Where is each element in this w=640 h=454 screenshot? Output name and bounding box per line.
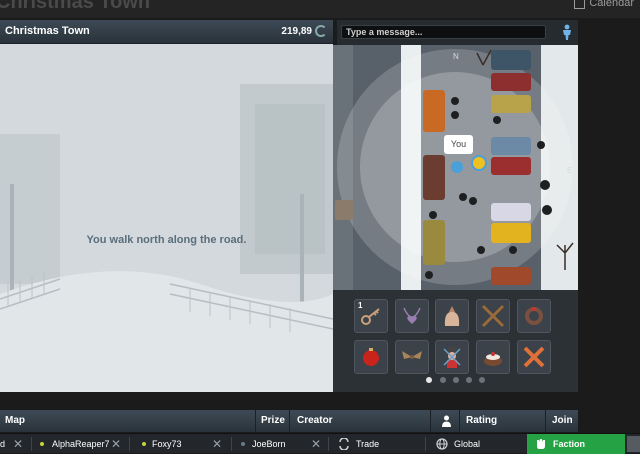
calendar-icon xyxy=(574,0,586,9)
chat-tab-d[interactable]: d xyxy=(0,434,5,454)
header-join[interactable]: Join xyxy=(552,415,573,426)
games-table-header: Map Prize Creator Rating Join xyxy=(0,410,578,432)
globe-icon xyxy=(436,438,448,450)
inventory-slot-bow[interactable] xyxy=(395,340,429,374)
close-icon[interactable]: ✕ xyxy=(311,434,321,454)
chat-tab-foxy73[interactable]: Foxy73 xyxy=(152,434,182,454)
header-divider xyxy=(255,410,256,432)
faction-label: Faction xyxy=(553,439,586,449)
snowy-scene[interactable]: You walk north along the road. xyxy=(0,44,333,392)
inventory-slot-candy-canes[interactable] xyxy=(517,340,551,374)
global-tab[interactable]: Global xyxy=(454,434,480,454)
trade-tab[interactable]: Trade xyxy=(356,434,379,454)
crossed-candy-canes-icon xyxy=(523,346,545,368)
online-status-icon xyxy=(142,442,146,446)
compass-east: E xyxy=(567,166,572,175)
header-divider xyxy=(289,410,290,432)
inventory-page-dot-3[interactable] xyxy=(453,377,459,383)
gift-sack-icon xyxy=(444,306,460,326)
faction-tab[interactable]: Faction xyxy=(527,434,625,454)
chat-tab-alphareaper7[interactable]: AlphaReaper7 xyxy=(52,434,110,454)
map-illustration: N E xyxy=(333,45,578,290)
close-icon[interactable]: ✕ xyxy=(111,434,121,454)
bow-icon xyxy=(402,351,422,359)
town-map[interactable]: N E You xyxy=(333,45,578,290)
offline-status-icon xyxy=(241,442,245,446)
online-status-icon xyxy=(40,442,44,446)
chat-message-input[interactable] xyxy=(341,25,546,39)
close-icon[interactable]: ✕ xyxy=(212,434,222,454)
tab-divider xyxy=(328,437,329,451)
crossed-rifles-icon xyxy=(481,304,505,328)
top-strip: Christmas Town Calendar xyxy=(0,0,640,18)
inventory-slot-rifles[interactable] xyxy=(476,299,510,333)
inventory-slot-key[interactable]: 1 xyxy=(354,299,388,333)
inventory-slot-wreath[interactable] xyxy=(517,299,551,333)
fist-icon xyxy=(537,439,545,449)
header-map[interactable]: Map xyxy=(5,415,25,426)
calendar-label: Calendar xyxy=(589,0,634,9)
slot-count: 1 xyxy=(358,301,363,310)
trade-icon xyxy=(339,438,349,450)
header-divider xyxy=(459,410,460,432)
game-title: Christmas Town xyxy=(5,25,90,37)
inventory-page-dot-2[interactable] xyxy=(440,377,446,383)
tab-divider xyxy=(425,437,426,451)
chat-panel xyxy=(337,20,578,45)
page-heading: Christmas Town xyxy=(0,0,151,13)
tab-divider xyxy=(231,437,232,451)
money-counter: 219,89 xyxy=(281,26,312,37)
chat-tab-joeborn[interactable]: JoeBorn xyxy=(252,434,286,454)
snowy-street-illustration xyxy=(0,44,333,392)
heart-necklace-icon xyxy=(403,307,421,324)
inventory-slot-nutcracker[interactable] xyxy=(435,340,469,374)
person-icon[interactable] xyxy=(560,24,574,40)
calendar-link[interactable]: Calendar xyxy=(574,0,634,9)
refresh-icon[interactable] xyxy=(315,25,327,37)
tab-divider xyxy=(129,437,130,451)
inventory-slot-pudding[interactable] xyxy=(476,340,510,374)
inventory-slot-necklace[interactable] xyxy=(395,299,429,333)
header-divider xyxy=(430,410,431,432)
inventory-page-dot-5[interactable] xyxy=(479,377,485,383)
player-label: You xyxy=(444,135,473,154)
inventory-slot-sack[interactable] xyxy=(435,299,469,333)
inventory-slot-ornament[interactable] xyxy=(354,340,388,374)
tab-divider xyxy=(31,437,32,451)
chat-bar-edge-button[interactable] xyxy=(627,436,640,452)
compass-north: N xyxy=(453,52,459,61)
players-icon[interactable] xyxy=(441,415,452,427)
nutcracker-icon xyxy=(443,347,461,368)
game-view: Christmas Town 219,89 You walk north alo… xyxy=(0,20,333,392)
header-creator[interactable]: Creator xyxy=(297,415,333,426)
header-prize[interactable]: Prize xyxy=(261,415,285,426)
header-rating[interactable]: Rating xyxy=(466,415,497,426)
inventory-page-dot-4[interactable] xyxy=(466,377,472,383)
pudding-icon xyxy=(484,352,502,366)
red-ornament-icon xyxy=(363,348,379,366)
wreath-icon xyxy=(525,307,543,325)
game-view-header: Christmas Town 219,89 xyxy=(0,20,333,44)
chat-bar: d ✕ AlphaReaper7 ✕ Foxy73 ✕ JoeBorn ✕ Tr… xyxy=(0,433,640,454)
inventory-page-dot-1[interactable] xyxy=(426,377,432,383)
close-icon[interactable]: ✕ xyxy=(13,434,23,454)
header-divider xyxy=(545,410,546,432)
scene-message: You walk north along the road. xyxy=(86,234,247,246)
